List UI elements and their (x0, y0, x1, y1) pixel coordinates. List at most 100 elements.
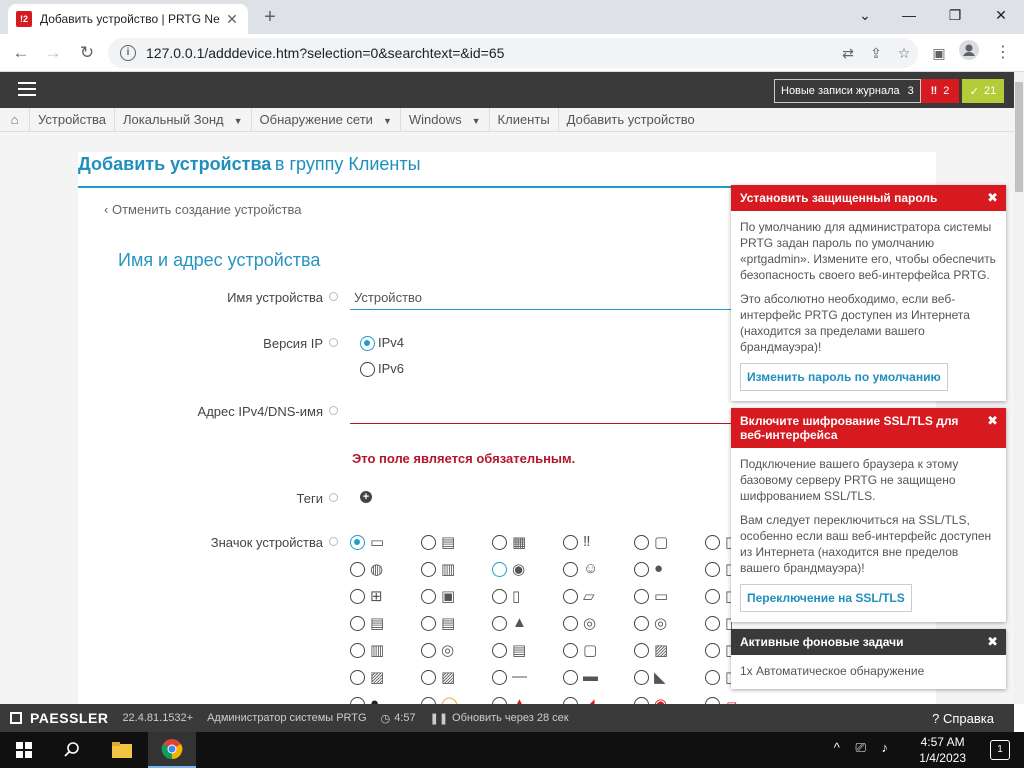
device-icon-radio[interactable] (350, 670, 365, 685)
taskbar-clock[interactable]: 4:57 AM 1/4/2023 (919, 734, 966, 766)
bookmark-star-icon[interactable]: ☆ (890, 45, 918, 62)
device-icon-radio[interactable] (492, 643, 507, 658)
help-icon[interactable] (329, 493, 338, 502)
device-icon-radio[interactable] (634, 670, 649, 685)
device-icon-radio[interactable] (492, 616, 507, 631)
new-tab-icon[interactable]: + (258, 6, 282, 30)
device-icon-radio[interactable] (563, 643, 578, 658)
device-name-input[interactable]: Устройство (350, 286, 770, 310)
share-icon[interactable]: ⇪ (862, 45, 890, 62)
device-icon-radio[interactable] (421, 589, 436, 604)
breadcrumb-item[interactable]: Локальный Зонд ▼ (115, 107, 252, 132)
device-icon-radio[interactable] (350, 535, 365, 550)
forward-icon[interactable]: → (40, 40, 66, 66)
device-icon-radio[interactable] (350, 589, 365, 604)
device-icon-radio[interactable] (563, 589, 578, 604)
device-icon-radio[interactable] (350, 697, 365, 704)
site-info-icon[interactable]: i (120, 45, 136, 61)
device-icon-radio[interactable] (634, 643, 649, 658)
device-icon-radio[interactable] (492, 535, 507, 550)
add-tag-icon[interactable]: + (360, 491, 372, 503)
chevron-down-icon[interactable]: ▼ (472, 116, 481, 126)
address-input[interactable] (350, 400, 770, 424)
help-icon[interactable] (329, 292, 338, 301)
change-password-button[interactable]: Изменить пароль по умолчанию (740, 363, 948, 391)
device-icon-radio[interactable] (492, 697, 507, 704)
help-icon[interactable] (329, 537, 338, 546)
profile-avatar-icon[interactable] (956, 40, 982, 66)
help-icon[interactable] (329, 406, 338, 415)
home-icon[interactable]: ⌂ (0, 107, 30, 132)
ipv4-radio[interactable] (360, 336, 375, 351)
help-link[interactable]: ? Справка (932, 711, 994, 726)
device-icon-radio[interactable] (705, 535, 720, 550)
close-window-icon[interactable]: ✕ (978, 0, 1024, 32)
device-icon-radio[interactable] (421, 535, 436, 550)
device-icon-radio[interactable] (705, 616, 720, 631)
device-icon-radio[interactable] (492, 562, 507, 577)
pause-icon[interactable]: ❚❚ (430, 712, 448, 725)
windows-start-icon[interactable] (0, 732, 48, 768)
restore-icon[interactable]: ❐ (932, 0, 978, 32)
device-icon-radio[interactable] (563, 670, 578, 685)
chevron-down-icon[interactable]: ▼ (383, 116, 392, 126)
device-icon-radio[interactable] (492, 589, 507, 604)
browser-tab[interactable]: !2 Добавить устройство | PRTG Ne ✕ (8, 4, 248, 34)
minimize-icon[interactable]: — (886, 0, 932, 32)
side-panel-icon[interactable]: ▣ (926, 40, 952, 66)
device-icon-radio[interactable] (563, 616, 578, 631)
device-icon-radio[interactable] (705, 670, 720, 685)
address-bar[interactable]: i 127.0.0.1/adddevice.htm?selection=0&se… (108, 38, 918, 68)
scrollbar-thumb[interactable] (1015, 82, 1023, 192)
breadcrumb-item[interactable]: Windows ▼ (401, 107, 490, 132)
breadcrumb-item[interactable]: Обнаружение сети ▼ (252, 107, 401, 132)
tab-close-icon[interactable]: ✕ (224, 11, 240, 28)
close-icon[interactable]: ✖ (987, 190, 998, 206)
menu-kebab-icon[interactable]: ⋮ (990, 40, 1016, 66)
device-icon-radio[interactable] (634, 535, 649, 550)
device-icon-radio[interactable] (350, 643, 365, 658)
translate-icon[interactable]: ⇄ (834, 45, 862, 62)
ok-badge[interactable]: ✓ 21 (962, 79, 1004, 103)
device-icon-radio[interactable] (563, 562, 578, 577)
device-icon-radio[interactable] (705, 562, 720, 577)
device-icon-radio[interactable] (634, 562, 649, 577)
device-icon-radio[interactable] (421, 562, 436, 577)
ipv6-radio[interactable] (360, 362, 375, 377)
device-icon-radio[interactable] (421, 670, 436, 685)
device-icon-radio[interactable] (705, 643, 720, 658)
close-icon[interactable]: ✖ (987, 634, 998, 650)
device-icon-radio[interactable] (563, 697, 578, 704)
device-icon-radio[interactable] (634, 697, 649, 704)
close-icon[interactable]: ✖ (987, 413, 998, 429)
address-url[interactable]: 127.0.0.1/adddevice.htm?selection=0&sear… (146, 45, 834, 61)
device-icon-radio[interactable] (563, 535, 578, 550)
cancel-link[interactable]: ‹ Отменить создание устройства (104, 202, 301, 217)
device-icon-radio[interactable] (705, 589, 720, 604)
switch-ssl-button[interactable]: Переключение на SSL/TLS (740, 584, 912, 612)
device-icon-radio[interactable] (350, 562, 365, 577)
refresh-status[interactable]: Обновить через 28 сек (452, 712, 569, 724)
current-user[interactable]: Администратор системы PRTG (207, 712, 366, 724)
breadcrumb-item[interactable]: Клиенты (490, 107, 559, 132)
search-icon[interactable] (48, 732, 96, 768)
chrome-taskbar-icon[interactable] (148, 732, 196, 768)
help-icon[interactable] (329, 338, 338, 347)
device-icon-radio[interactable] (634, 616, 649, 631)
page-scrollbar[interactable] (1014, 72, 1024, 704)
tab-search-icon[interactable]: ⌄ (842, 0, 888, 32)
breadcrumb-item[interactable]: Устройства (30, 107, 116, 132)
device-icon-radio[interactable] (634, 589, 649, 604)
device-icon-radio[interactable] (492, 670, 507, 685)
back-icon[interactable]: ← (8, 40, 34, 66)
device-icon-radio[interactable] (421, 643, 436, 658)
device-icon-radio[interactable] (421, 616, 436, 631)
chevron-down-icon[interactable]: ▼ (234, 116, 243, 126)
reload-icon[interactable]: ↻ (74, 40, 100, 66)
device-icon-radio[interactable] (350, 616, 365, 631)
notification-center-icon[interactable]: 1 (990, 740, 1010, 760)
file-explorer-icon[interactable] (98, 732, 146, 768)
device-icon-radio[interactable] (421, 697, 436, 704)
system-tray-icons[interactable]: ^ ⎚ ♪ (834, 740, 894, 756)
alarm-badge[interactable]: ‼ 2 (921, 79, 959, 103)
